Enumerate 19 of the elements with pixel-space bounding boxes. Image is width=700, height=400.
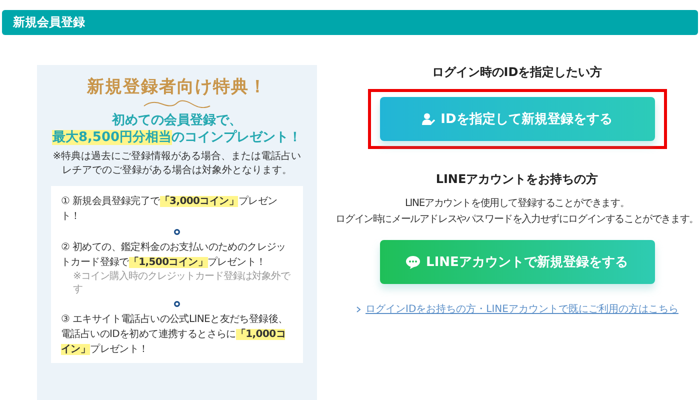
chevron-icon	[356, 306, 361, 312]
benefits-note: ※特典は過去にご登録情報がある場合、または電話占いレチアでのご登録がある場合は対象外となります。	[52, 150, 302, 178]
register-button[interactable]: IDを指定して新規登録をする	[380, 97, 654, 141]
benefit-item: ② 初めての、鑑定料金のお支払いのためのクレジットカード登録で「1,500コイン」プレゼント！	[61, 240, 287, 270]
description-text: LINEアカウントを使用して登録することができます。	[404, 197, 630, 211]
register-button[interactable]: LINEアカウントで新規登録をする	[380, 240, 654, 284]
user-icon	[422, 113, 435, 125]
benefit-note: ※コイン購入時のクレジットカード登録は対象外です	[73, 270, 292, 296]
section-heading: LINEアカウントをお持ちの方	[436, 171, 598, 188]
section-heading: ログイン時のIDを指定したい方	[432, 64, 602, 81]
page-title: 新規会員登録	[2, 10, 698, 35]
bullet-icon	[174, 229, 180, 235]
ornament-icon	[142, 100, 212, 108]
bullet-icon	[174, 301, 180, 307]
description-text: ログイン時にメールアドレスやパスワードを入力せずにログインすることができます。	[336, 212, 698, 227]
login-link[interactable]: ログインIDをお持ちの方・LINEアカウントで既にご利用の方はこちら	[366, 302, 678, 316]
benefits-title: 新規登録者向け特典！	[87, 76, 267, 98]
chat-bubble-icon	[406, 256, 420, 268]
benefit-item: ① 新規会員登録完了で「3,000コイン」プレゼント！	[61, 194, 278, 224]
